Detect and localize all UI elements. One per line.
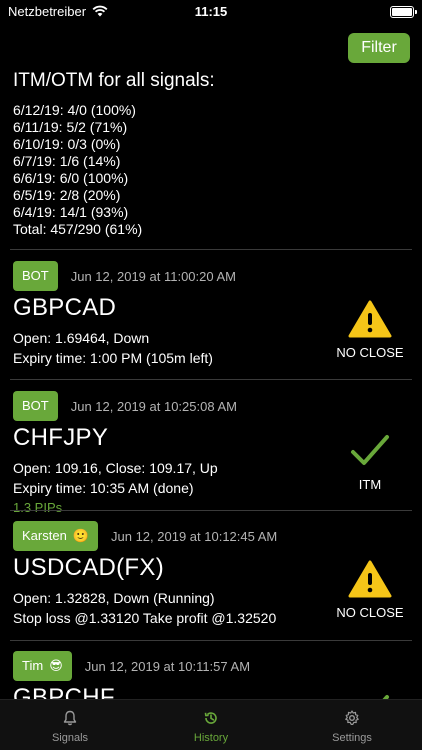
signal-status: NO CLOSE [318, 559, 422, 620]
divider [10, 249, 412, 250]
filter-button[interactable]: Filter [348, 33, 410, 63]
source-name: Karsten [22, 528, 67, 543]
warning-icon [348, 300, 392, 338]
currency-pair: GBPCAD [13, 294, 117, 321]
tab-label: Signals [51, 732, 89, 744]
divider [10, 379, 412, 380]
signal-status: ITM [318, 431, 422, 492]
divider [10, 510, 412, 511]
signal-timestamp: Jun 12, 2019 at 11:00:20 AM [70, 268, 237, 284]
checkmark-icon [351, 435, 389, 465]
source-name: BOT [22, 398, 49, 413]
status-time: 11:15 [194, 4, 228, 19]
summary-line: 6/4/19: 14/1 (93%) [13, 204, 129, 220]
tab-label: History [193, 732, 229, 744]
summary-title: ITM/OTM for all signals: [13, 70, 215, 91]
currency-pair: CHFJPY [13, 424, 109, 451]
source-name: Tim [22, 658, 44, 673]
open-info: Open: 1.32828, Down (Running) [13, 590, 215, 606]
summary-line: 6/10/19: 0/3 (0%) [13, 136, 121, 152]
tab-settings[interactable]: Settings [282, 700, 422, 750]
source-badge[interactable]: BOT [13, 391, 58, 421]
currency-pair: USDCAD(FX) [13, 554, 164, 581]
divider [10, 640, 412, 641]
gear-icon [345, 710, 359, 725]
summary-line: 6/12/19: 4/0 (100%) [13, 102, 136, 118]
tab-signals[interactable]: Signals [0, 700, 140, 750]
signal-timestamp: Jun 12, 2019 at 10:12:45 AM [111, 528, 278, 544]
source-badge[interactable]: BOT [13, 261, 58, 291]
summary-line: 6/11/19: 5/2 (71%) [13, 119, 128, 135]
warning-icon [348, 560, 392, 598]
bell-icon [63, 710, 77, 726]
status-bar: Netzbetreiber 11:15 [0, 0, 422, 24]
summary-line: 6/5/19: 2/8 (20%) [13, 187, 121, 203]
open-info: Open: 1.69464, Down [13, 330, 150, 346]
history-icon [204, 712, 217, 724]
expiry-info: Expiry time: 10:35 AM (done) [13, 480, 194, 496]
tab-history[interactable]: History [141, 700, 281, 750]
expiry-info: Expiry time: 1:00 PM (105m left) [13, 350, 213, 366]
summary-section: ITM/OTM for all signals: 6/12/19: 4/0 (1… [13, 70, 409, 238]
signal-timestamp: Jun 12, 2019 at 10:25:08 AM [70, 398, 237, 414]
source-name: BOT [22, 268, 49, 283]
status-label: ITM [358, 477, 382, 492]
battery-icon [390, 6, 417, 18]
signal-status: NO CLOSE [318, 299, 422, 360]
signal-timestamp: Jun 12, 2019 at 10:11:57 AM [84, 658, 251, 674]
status-label: NO CLOSE [336, 345, 404, 360]
signal-header: Karsten 🙂 Jun 12, 2019 at 10:12:45 AM [13, 521, 277, 551]
sunglasses-emoji-icon: 😎 [49, 658, 63, 673]
tab-bar: Signals History Settings [0, 699, 422, 750]
signal-header: BOT Jun 12, 2019 at 11:00:20 AM [13, 261, 236, 291]
signal-header: BOT Jun 12, 2019 at 10:25:08 AM [13, 391, 237, 421]
pips-value: 1.3 PIPs [13, 500, 63, 515]
source-badge[interactable]: Karsten 🙂 [13, 521, 98, 551]
summary-line: 6/6/19: 6/0 (100%) [13, 170, 129, 186]
summary-total: Total: 457/290 (61%) [13, 221, 143, 237]
signal-header: Tim 😎 Jun 12, 2019 at 10:11:57 AM [13, 651, 250, 681]
tab-label: Settings [332, 732, 372, 744]
smiley-emoji-icon: 🙂 [72, 528, 89, 543]
summary-line: 6/7/19: 1/6 (14%) [13, 153, 121, 169]
status-label: NO CLOSE [336, 605, 404, 620]
source-badge[interactable]: Tim 😎 [13, 651, 72, 681]
open-close-info: Open: 109.16, Close: 109.17, Up [13, 460, 218, 476]
stop-loss-take-profit: Stop loss @1.33120 Take profit @1.32520 [13, 610, 277, 626]
